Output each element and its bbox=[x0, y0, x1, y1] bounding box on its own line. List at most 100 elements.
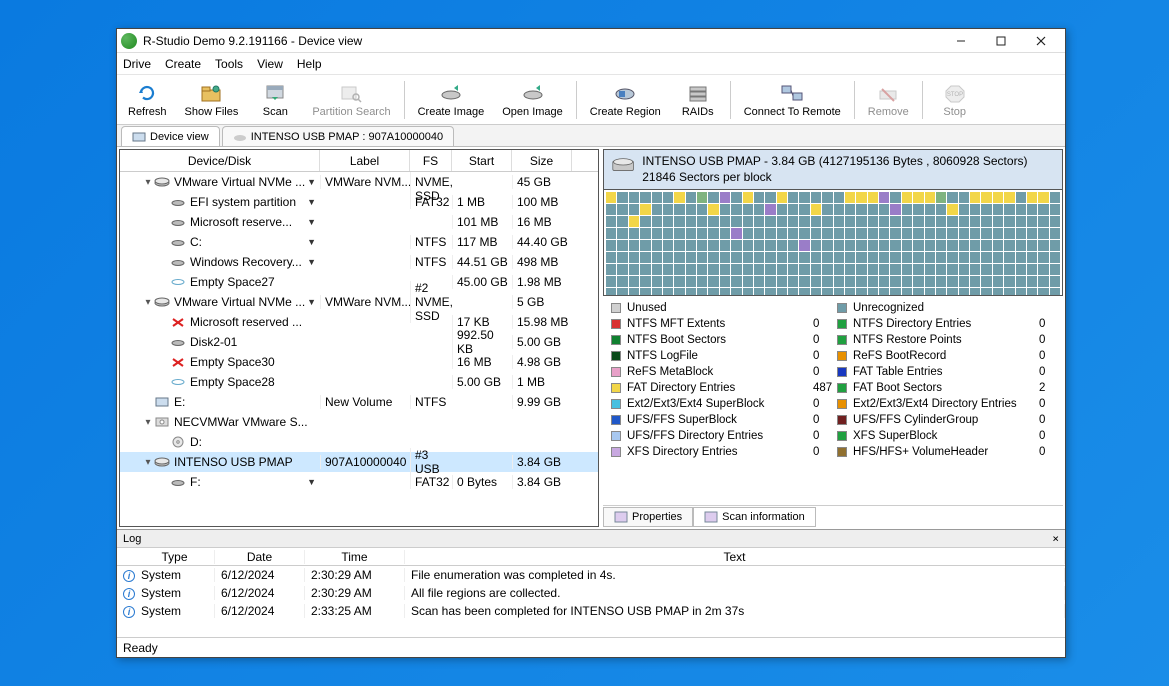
legend-name: UFS/FFS Directory Entries bbox=[627, 430, 807, 442]
expander-icon[interactable]: ▾ bbox=[142, 417, 154, 428]
log-time: 2:33:25 AM bbox=[305, 604, 405, 618]
tree-row[interactable]: Microsoft reserve...▼101 MB16 MB bbox=[120, 212, 598, 232]
minimize-button[interactable] bbox=[941, 30, 981, 52]
application-window: R-Studio Demo 9.2.191166 - Device view D… bbox=[116, 28, 1066, 658]
legend-name: ReFS MetaBlock bbox=[627, 366, 807, 378]
disk-icon bbox=[233, 131, 247, 143]
tab-scan-information[interactable]: Scan information bbox=[693, 507, 816, 527]
titlebar: R-Studio Demo 9.2.191166 - Device view bbox=[117, 29, 1065, 53]
menu-view[interactable]: View bbox=[257, 57, 283, 71]
region-button[interactable]: Create Region bbox=[583, 79, 668, 121]
legend-name: UFS/FFS SuperBlock bbox=[627, 414, 807, 426]
log-text: File enumeration was completed in 4s. bbox=[405, 568, 1065, 582]
refresh-button[interactable]: Refresh bbox=[121, 79, 174, 121]
tree-row[interactable]: D: bbox=[120, 432, 598, 452]
device-tree-panel: Device/Disk Label FS Start Size ▾VMware … bbox=[119, 149, 599, 527]
log-row[interactable]: iSystem6/12/20242:30:29 AMFile enumerati… bbox=[117, 566, 1065, 584]
tree-row[interactable]: ▾VMware Virtual NVMe ...▼VMWare NVM...#1… bbox=[120, 172, 598, 192]
tree-row[interactable]: Disk2-01992.50 KB5.00 GB bbox=[120, 332, 598, 352]
legend-swatch bbox=[837, 319, 847, 329]
tree-row[interactable]: E:New VolumeNTFS9.99 GB bbox=[120, 392, 598, 412]
raids-button[interactable]: RAIDs bbox=[672, 79, 724, 121]
tree-row[interactable]: Empty Space3016 MB4.98 GB bbox=[120, 352, 598, 372]
maximize-button[interactable] bbox=[981, 30, 1021, 52]
col-size[interactable]: Size bbox=[512, 150, 572, 171]
tab-properties[interactable]: Properties bbox=[603, 507, 693, 527]
expander-icon[interactable]: ▾ bbox=[142, 457, 154, 468]
status-text: Ready bbox=[123, 641, 158, 655]
menu-help[interactable]: Help bbox=[297, 57, 322, 71]
bad-icon bbox=[170, 355, 186, 369]
legend-item: NTFS LogFile0 bbox=[611, 348, 837, 364]
log-col-type[interactable]: Type bbox=[135, 550, 215, 564]
tree-body[interactable]: ▾VMware Virtual NVMe ...▼VMWare NVM...#1… bbox=[120, 172, 598, 526]
scan-button[interactable]: Scan bbox=[249, 79, 301, 121]
cell-fs: FAT32 bbox=[410, 195, 452, 209]
menu-drive[interactable]: Drive bbox=[123, 57, 151, 71]
legend-name: XFS Directory Entries bbox=[627, 446, 807, 458]
close-button[interactable] bbox=[1021, 30, 1061, 52]
menubar: Drive Create Tools View Help bbox=[117, 53, 1065, 75]
dropdown-icon[interactable]: ▼ bbox=[307, 237, 316, 247]
log-panel: Log × Type Date Time Text iSystem6/12/20… bbox=[117, 529, 1065, 637]
remote-button[interactable]: Connect To Remote bbox=[737, 79, 848, 121]
stop-button: STOPStop bbox=[929, 79, 981, 121]
tree-row[interactable]: Empty Space285.00 GB1 MB bbox=[120, 372, 598, 392]
expander-icon[interactable]: ▾ bbox=[142, 177, 154, 188]
legend-swatch bbox=[611, 335, 621, 345]
createimg-button[interactable]: Create Image bbox=[411, 79, 492, 121]
tab-scan-result[interactable]: INTENSO USB PMAP : 907A10000040 bbox=[222, 126, 454, 146]
log-col-text[interactable]: Text bbox=[405, 550, 1065, 564]
legend-swatch bbox=[611, 351, 621, 361]
cd2-icon bbox=[170, 435, 186, 449]
dropdown-icon[interactable]: ▼ bbox=[307, 177, 316, 187]
tree-row[interactable]: Empty Space2745.00 GB1.98 MB bbox=[120, 272, 598, 292]
tree-row[interactable]: ▾INTENSO USB PMAP907A10000040#3 USB3.84 … bbox=[120, 452, 598, 472]
legend-swatch bbox=[837, 415, 847, 425]
col-label[interactable]: Label bbox=[320, 150, 410, 171]
dropdown-icon[interactable]: ▼ bbox=[307, 477, 316, 487]
legend-name: NTFS LogFile bbox=[627, 350, 807, 362]
tree-row[interactable]: C:▼NTFS117 MB44.40 GB bbox=[120, 232, 598, 252]
dropdown-icon[interactable]: ▼ bbox=[307, 217, 316, 227]
legend-swatch bbox=[837, 383, 847, 393]
log-col-date[interactable]: Date bbox=[215, 550, 305, 564]
legend-swatch bbox=[611, 367, 621, 377]
log-row[interactable]: iSystem6/12/20242:30:29 AMAll file regio… bbox=[117, 584, 1065, 602]
tree-row[interactable]: ▾VMware Virtual NVMe ...▼VMWare NVM...#2… bbox=[120, 292, 598, 312]
right-tabs: PropertiesScan information bbox=[603, 505, 1063, 527]
row-name: Empty Space28 bbox=[190, 375, 275, 389]
cell-size: 45 GB bbox=[512, 175, 572, 189]
menu-create[interactable]: Create bbox=[165, 57, 201, 71]
tree-row[interactable]: Windows Recovery...▼NTFS44.51 GB498 MB bbox=[120, 252, 598, 272]
log-close-icon[interactable]: × bbox=[1052, 532, 1059, 545]
tree-row[interactable]: Microsoft reserved ...17 KB15.98 MB bbox=[120, 312, 598, 332]
tree-row[interactable]: EFI system partition▼FAT321 MB100 MB bbox=[120, 192, 598, 212]
dropdown-icon[interactable]: ▼ bbox=[307, 297, 316, 307]
showfiles-button[interactable]: Show Files bbox=[178, 79, 246, 121]
col-fs[interactable]: FS bbox=[410, 150, 452, 171]
cell-label: VMWare NVM... bbox=[320, 175, 410, 189]
legend-name: FAT Directory Entries bbox=[627, 382, 807, 394]
dropdown-icon[interactable]: ▼ bbox=[307, 257, 316, 267]
openimg-button[interactable]: Open Image bbox=[495, 79, 570, 121]
menu-tools[interactable]: Tools bbox=[215, 57, 243, 71]
log-date: 6/12/2024 bbox=[215, 568, 305, 582]
log-header: Type Date Time Text bbox=[117, 548, 1065, 566]
col-device[interactable]: Device/Disk bbox=[120, 150, 320, 171]
cell-size: 3.84 GB bbox=[512, 475, 572, 489]
log-col-time[interactable]: Time bbox=[305, 550, 405, 564]
window-title: R-Studio Demo 9.2.191166 - Device view bbox=[143, 34, 941, 48]
col-start[interactable]: Start bbox=[452, 150, 512, 171]
legend-swatch bbox=[837, 351, 847, 361]
log-row[interactable]: iSystem6/12/20242:33:25 AMScan has been … bbox=[117, 602, 1065, 620]
tab-device-view[interactable]: Device view bbox=[121, 126, 220, 146]
bad-icon bbox=[170, 315, 186, 329]
legend-value: 0 bbox=[1039, 350, 1063, 362]
sector-map[interactable] bbox=[603, 190, 1063, 296]
part-icon bbox=[170, 215, 186, 229]
expander-icon[interactable]: ▾ bbox=[142, 297, 154, 308]
tree-row[interactable]: F:▼FAT320 Bytes3.84 GB bbox=[120, 472, 598, 492]
dropdown-icon[interactable]: ▼ bbox=[307, 197, 316, 207]
tree-row[interactable]: ▾NECVMWar VMware S... bbox=[120, 412, 598, 432]
